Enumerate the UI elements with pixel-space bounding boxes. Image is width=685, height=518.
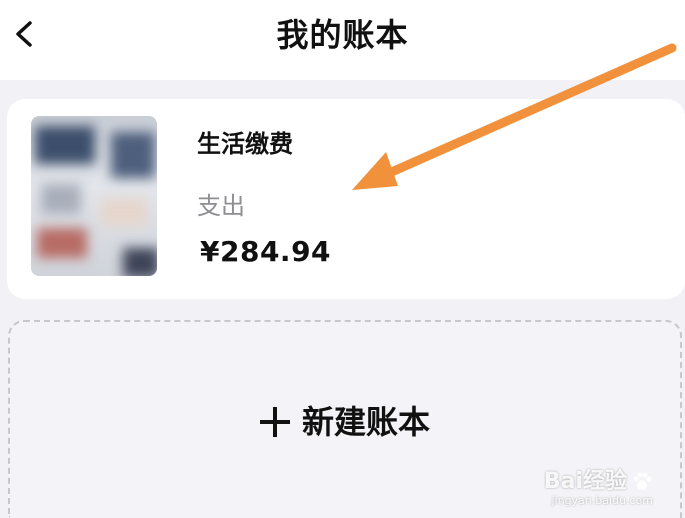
watermark: Bai经验 jingyan.baidu.com — [544, 470, 653, 508]
ledger-type: 支出 — [197, 192, 245, 220]
orange-arrow-icon — [352, 43, 677, 190]
ledger-name: 生活缴费 — [197, 130, 293, 158]
watermark-logo-text: Bai经验 — [543, 469, 627, 494]
watermark-logo: Bai经验 — [544, 470, 653, 494]
ledger-amount: ¥284.94 — [200, 235, 332, 268]
plus-icon — [259, 407, 290, 437]
ledger-cover-image — [31, 116, 157, 276]
new-ledger-label: 新建账本 — [301, 403, 430, 441]
paw-icon — [633, 472, 652, 490]
watermark-url: jingyan.baidu.com — [551, 494, 653, 507]
new-ledger-content: 新建账本 — [10, 402, 680, 442]
